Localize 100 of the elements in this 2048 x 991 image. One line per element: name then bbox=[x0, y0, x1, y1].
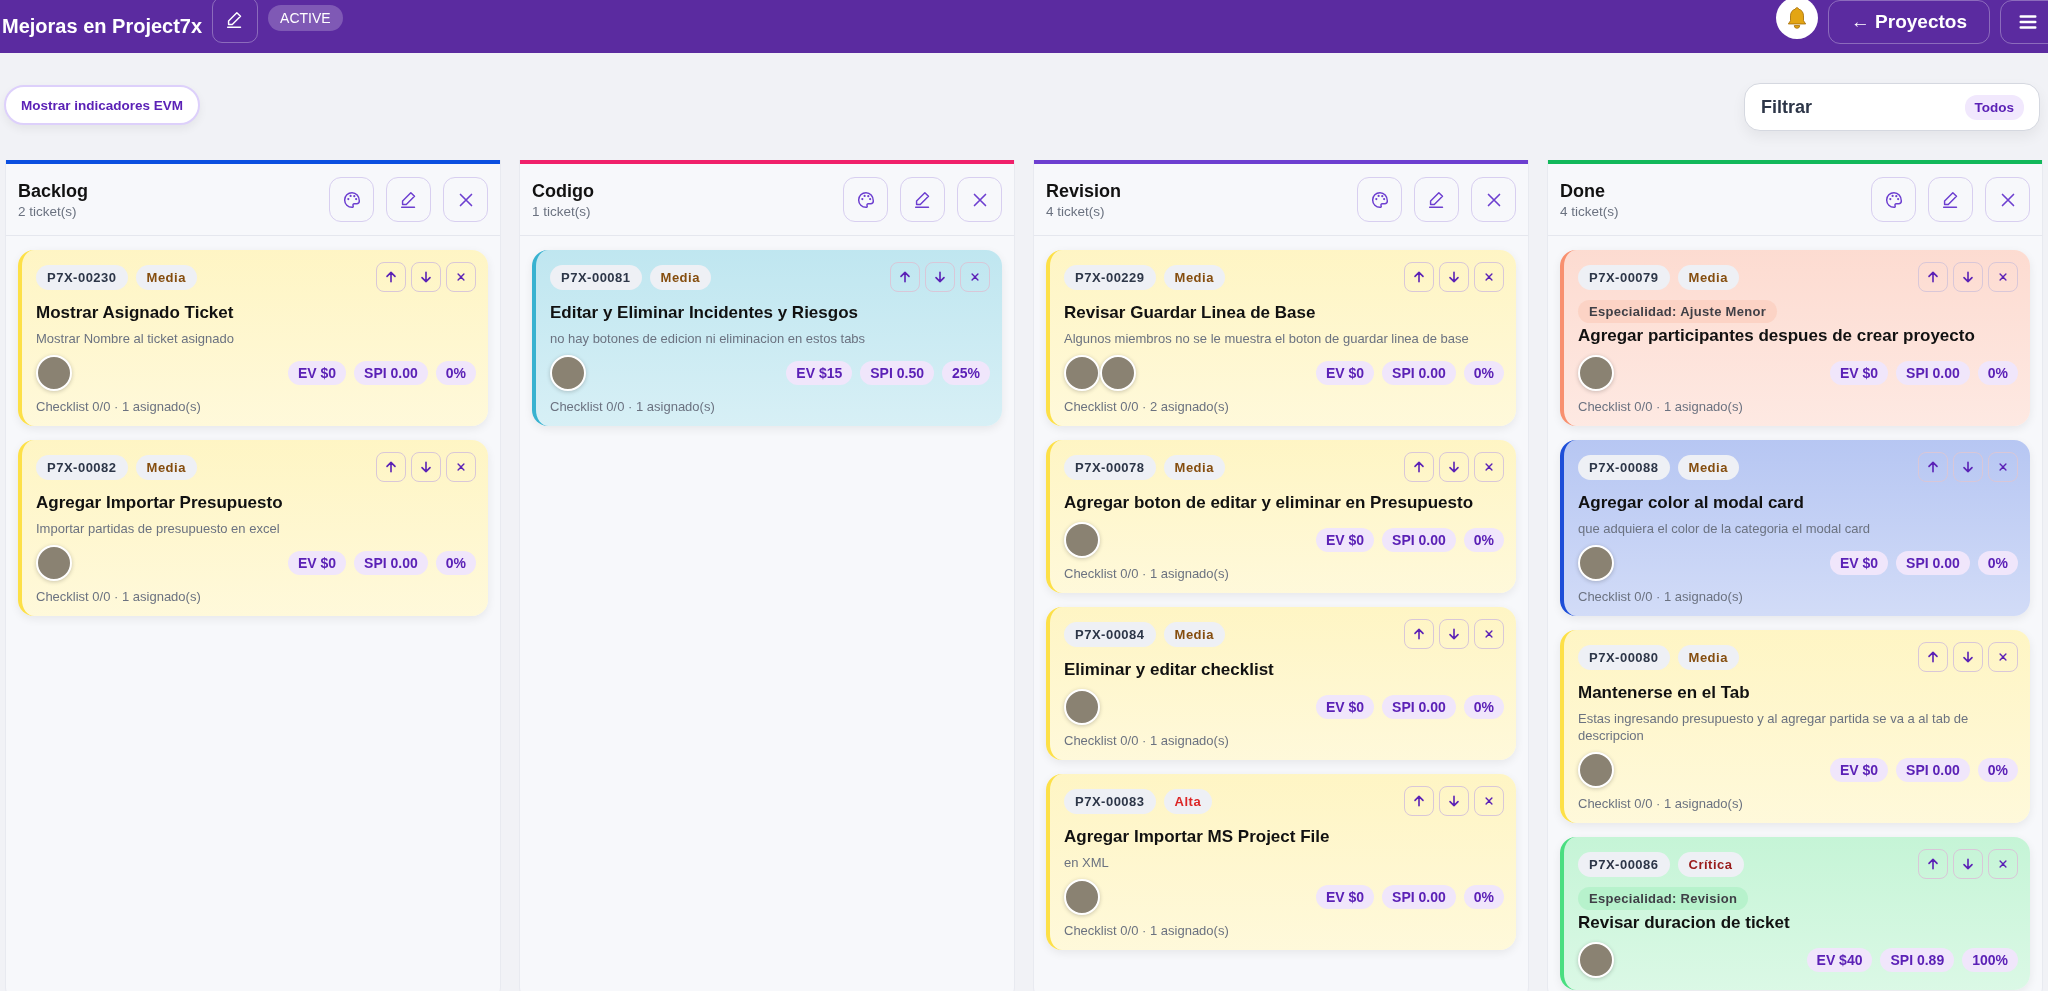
ticket-card[interactable]: P7X-00086 Crítica Especialidad: Revision Revisar duracion de ticket EV $40 SPI 0.89 100% bbox=[1560, 837, 2030, 990]
move-up-button[interactable] bbox=[1918, 452, 1948, 482]
move-down-button[interactable] bbox=[1953, 452, 1983, 482]
color-button[interactable] bbox=[1871, 177, 1916, 222]
ev-metric: EV $15 bbox=[786, 361, 853, 385]
remove-button[interactable] bbox=[446, 452, 476, 482]
delete-column-button[interactable] bbox=[1471, 177, 1516, 222]
notifications-button[interactable] bbox=[1775, 0, 1818, 39]
color-button[interactable] bbox=[1357, 177, 1402, 222]
move-down-button[interactable] bbox=[1439, 619, 1469, 649]
arrow-down-icon bbox=[1960, 459, 1976, 475]
progress-metric: 100% bbox=[1962, 948, 2018, 972]
ticket-footer: Checklist 0/0 · 2 asignado(s) bbox=[1064, 399, 1504, 414]
arrow-up-icon bbox=[1411, 626, 1427, 642]
ticket-card[interactable]: P7X-00230 Media Mostrar Asignado Ticket Mostrar Nombre al ticket asignado EV $0 SPI 0.00 0% Checklist 0/0 · 1 asignado(s) bbox=[18, 250, 488, 426]
move-down-button[interactable] bbox=[1439, 262, 1469, 292]
ticket-id: P7X-00088 bbox=[1578, 454, 1670, 480]
spi-metric: SPI 0.00 bbox=[1382, 885, 1456, 909]
ticket-id: P7X-00082 bbox=[36, 454, 128, 480]
remove-button[interactable] bbox=[446, 262, 476, 292]
ticket-title: Agregar Importar MS Project File bbox=[1064, 826, 1331, 848]
remove-button[interactable] bbox=[1474, 786, 1504, 816]
priority-badge: Media bbox=[1677, 264, 1739, 290]
remove-button[interactable] bbox=[1474, 619, 1504, 649]
ticket-description: no hay botones de edicion ni eliminacion en estos tabs bbox=[550, 330, 867, 347]
remove-button[interactable] bbox=[1988, 452, 2018, 482]
move-up-button[interactable] bbox=[1404, 619, 1434, 649]
ticket-title: Agregar boton de editar y eliminar en Presupuesto bbox=[1064, 492, 1475, 514]
back-button[interactable]: ← Proyectos bbox=[1827, 0, 1990, 44]
ticket-footer: Checklist 0/0 · 1 asignado(s) bbox=[550, 399, 990, 414]
ticket-card[interactable]: P7X-00078 Media Agregar boton de editar y eliminar en Presupuesto EV $0 SPI 0.00 0% Checklist 0/0 · 1 asignado(s) bbox=[1046, 440, 1516, 593]
spi-metric: SPI 0.00 bbox=[1382, 695, 1456, 719]
arrow-down-icon bbox=[1960, 649, 1976, 665]
avatar-photo bbox=[36, 355, 72, 391]
status-badge: ACTIVE bbox=[268, 4, 343, 31]
ticket-footer: Checklist 0/0 · 1 asignado(s) bbox=[1578, 589, 2018, 604]
edit-column-button[interactable] bbox=[1414, 177, 1459, 222]
edit-column-button[interactable] bbox=[1928, 177, 1973, 222]
ticket-card[interactable]: P7X-00088 Media Agregar color al modal card que adquiera el color de la categoria el modal card EV $0 SPI 0.00 0% Checklist 0/0 · 1 asignado(s) bbox=[1560, 440, 2030, 616]
move-down-button[interactable] bbox=[1439, 786, 1469, 816]
remove-button[interactable] bbox=[1988, 642, 2018, 672]
move-up-button[interactable] bbox=[376, 452, 406, 482]
remove-button[interactable] bbox=[1988, 849, 2018, 879]
ticket-card[interactable]: P7X-00083 Alta Agregar Importar MS Project File en XML EV $0 SPI 0.00 0% Checklist 0/0 · 1 asignado(s) bbox=[1046, 774, 1516, 950]
avatar-photo bbox=[550, 355, 586, 391]
move-up-button[interactable] bbox=[1918, 642, 1948, 672]
move-up-button[interactable] bbox=[1404, 786, 1434, 816]
spi-metric: SPI 0.89 bbox=[1880, 948, 1955, 972]
edit-column-button[interactable] bbox=[900, 177, 945, 222]
column-title: Revision bbox=[1046, 180, 1122, 202]
ticket-card[interactable]: P7X-00079 Media Especialidad: Ajuste Menor Agregar participantes despues de crear proyecto EV $0 SPI 0.00 0% Checklist 0/0 · 1 asignado(s) bbox=[1560, 250, 2030, 426]
move-down-button[interactable] bbox=[925, 262, 955, 292]
avatar-photo bbox=[1064, 522, 1100, 558]
ticket-count: 4 ticket(s) bbox=[1046, 203, 1106, 219]
ticket-count: 2 ticket(s) bbox=[18, 203, 78, 219]
edit-column-button[interactable] bbox=[386, 177, 431, 222]
move-down-button[interactable] bbox=[1953, 849, 1983, 879]
ticket-description: que adquiera el color de la categoria el modal card bbox=[1578, 520, 1871, 537]
remove-button[interactable] bbox=[960, 262, 990, 292]
progress-metric: 0% bbox=[1977, 551, 2018, 575]
ticket-card[interactable]: P7X-00229 Media Revisar Guardar Linea de Base Algunos miembros no se le muestra el boton de guardar linea de base EV $0 SPI 0.00 0% Checklist 0/0 · 2 asignado(s) bbox=[1046, 250, 1516, 426]
progress-metric: 25% bbox=[941, 361, 990, 385]
delete-column-button[interactable] bbox=[443, 177, 488, 222]
filter-dropdown[interactable]: Filtrar Todos bbox=[1744, 83, 2040, 131]
ticket-footer: Checklist 0/0 · 1 asignado(s) bbox=[36, 399, 476, 414]
remove-button[interactable] bbox=[1474, 452, 1504, 482]
move-down-button[interactable] bbox=[1953, 642, 1983, 672]
delete-column-button[interactable] bbox=[957, 177, 1002, 222]
progress-metric: 0% bbox=[435, 361, 476, 385]
move-down-button[interactable] bbox=[1953, 262, 1983, 292]
color-button[interactable] bbox=[843, 177, 888, 222]
priority-badge: Media bbox=[135, 264, 197, 290]
ticket-card[interactable]: P7X-00084 Media Eliminar y editar checklist EV $0 SPI 0.00 0% Checklist 0/0 · 1 asignado(s) bbox=[1046, 607, 1516, 760]
menu-button[interactable] bbox=[2000, 0, 2048, 44]
ticket-footer: Checklist 0/0 · 1 asignado(s) bbox=[1064, 566, 1504, 581]
ticket-title: Editar y Eliminar Incidentes y Riesgos bbox=[550, 302, 859, 324]
delete-column-button[interactable] bbox=[1985, 177, 2030, 222]
move-up-button[interactable] bbox=[376, 262, 406, 292]
priority-badge: Media bbox=[1163, 454, 1225, 480]
move-down-button[interactable] bbox=[1439, 452, 1469, 482]
remove-button[interactable] bbox=[1474, 262, 1504, 292]
move-up-button[interactable] bbox=[1404, 452, 1434, 482]
color-button[interactable] bbox=[329, 177, 374, 222]
spi-metric: SPI 0.00 bbox=[1896, 758, 1970, 782]
move-up-button[interactable] bbox=[890, 262, 920, 292]
move-up-button[interactable] bbox=[1918, 262, 1948, 292]
ticket-card[interactable]: P7X-00081 Media Editar y Eliminar Incidentes y Riesgos no hay botones de edicion ni eliminacion en estos tabs EV $15 SPI 0.50 25% Checklist 0/0 · 1 asignado(s) bbox=[532, 250, 1002, 426]
ticket-card[interactable]: P7X-00080 Media Mantenerse en el Tab Estas ingresando presupuesto y al agregar partida se va a al tab de descripcion EV $0 SPI 0.00 0% Checklist 0/0 · 1 asignado(s) bbox=[1560, 630, 2030, 823]
remove-button[interactable] bbox=[1988, 262, 2018, 292]
ticket-card[interactable]: P7X-00082 Media Agregar Importar Presupuesto Importar partidas de presupuesto en excel EV $0 SPI 0.00 0% Checklist 0/0 · 1 asignado(s) bbox=[18, 440, 488, 616]
ticket-title: Eliminar y editar checklist bbox=[1064, 659, 1275, 681]
evm-toggle-button[interactable]: Mostrar indicadores EVM bbox=[4, 85, 201, 125]
arrow-down-icon bbox=[1960, 856, 1976, 872]
priority-badge: Media bbox=[649, 264, 711, 290]
move-down-button[interactable] bbox=[411, 262, 441, 292]
ev-metric: EV $0 bbox=[1829, 361, 1889, 385]
move-down-button[interactable] bbox=[411, 452, 441, 482]
move-up-button[interactable] bbox=[1404, 262, 1434, 292]
move-up-button[interactable] bbox=[1918, 849, 1948, 879]
arrow-up-icon bbox=[1925, 269, 1941, 285]
